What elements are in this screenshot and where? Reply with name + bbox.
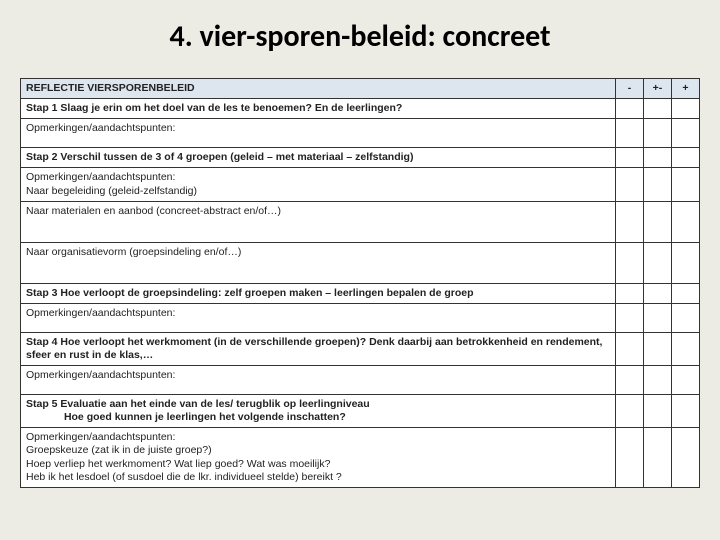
header-label: REFLECTIE VIERSPORENBELEID	[21, 79, 616, 99]
cell[interactable]	[644, 303, 672, 332]
cell[interactable]	[644, 428, 672, 488]
cell[interactable]	[672, 168, 700, 201]
step1-notes-minus[interactable]	[616, 119, 644, 148]
cell[interactable]	[644, 201, 672, 242]
header-col-plusminus: +-	[644, 79, 672, 99]
step4-minus[interactable]	[616, 332, 644, 365]
step5-row: Stap 5 Evaluatie aan het einde van de le…	[21, 395, 700, 428]
step1-minus[interactable]	[616, 99, 644, 119]
step4-notes-label: Opmerkingen/aandachtspunten:	[21, 366, 616, 395]
step3-notes-label: Opmerkingen/aandachtspunten:	[21, 303, 616, 332]
step2-sub-begeleiding: Naar begeleiding (geleid-zelfstandig)	[26, 185, 197, 197]
step1-notes-pm[interactable]	[644, 119, 672, 148]
step5-text: Stap 5 Evaluatie aan het einde van de le…	[21, 395, 616, 428]
step3-notes-row: Opmerkingen/aandachtspunten:	[21, 303, 700, 332]
step1-row: Stap 1 Slaag je erin om het doel van de …	[21, 99, 700, 119]
cell[interactable]	[644, 168, 672, 201]
step1-pm[interactable]	[644, 99, 672, 119]
step2-sub-organisatie: Naar organisatievorm (groepsindeling en/…	[21, 242, 616, 283]
step2-text: Stap 2 Verschil tussen de 3 of 4 groepen…	[21, 148, 616, 168]
step5-pm[interactable]	[644, 395, 672, 428]
cell[interactable]	[672, 303, 700, 332]
step3-plus[interactable]	[672, 283, 700, 303]
step2-row: Stap 2 Verschil tussen de 3 of 4 groepen…	[21, 148, 700, 168]
reflection-table: REFLECTIE VIERSPORENBELEID - +- + Stap 1…	[20, 78, 700, 488]
cell[interactable]	[616, 201, 644, 242]
step3-minus[interactable]	[616, 283, 644, 303]
cell[interactable]	[672, 366, 700, 395]
step5-op-d: Heb ik het lesdoel (of susdoel die de lk…	[26, 471, 342, 483]
step1-text: Stap 1 Slaag je erin om het doel van de …	[21, 99, 616, 119]
step4-plus[interactable]	[672, 332, 700, 365]
step2-pm[interactable]	[644, 148, 672, 168]
reflection-table-container: REFLECTIE VIERSPORENBELEID - +- + Stap 1…	[20, 78, 700, 488]
step5-notes-text: Opmerkingen/aandachtspunten: Groepskeuze…	[21, 428, 616, 488]
step5-line1: Stap 5 Evaluatie aan het einde van de le…	[26, 398, 370, 410]
step2-oplabel: Opmerkingen/aandachtspunten:	[26, 171, 175, 183]
cell[interactable]	[616, 168, 644, 201]
cell[interactable]	[616, 366, 644, 395]
step5-op-c: Hoep verliep het werkmoment? Wat liep go…	[26, 458, 330, 470]
step4-text: Stap 4 Hoe verloopt het werkmoment (in d…	[21, 332, 616, 365]
step5-op-label: Opmerkingen/aandachtspunten:	[26, 431, 175, 443]
step1-notes-row: Opmerkingen/aandachtspunten:	[21, 119, 700, 148]
step5-minus[interactable]	[616, 395, 644, 428]
step3-text: Stap 3 Hoe verloopt de groepsindeling: z…	[21, 283, 616, 303]
step2-notes-a-text: Opmerkingen/aandachtspunten: Naar begele…	[21, 168, 616, 201]
step2-notes-a: Opmerkingen/aandachtspunten: Naar begele…	[21, 168, 700, 201]
step5-plus[interactable]	[672, 395, 700, 428]
cell[interactable]	[644, 366, 672, 395]
step2-minus[interactable]	[616, 148, 644, 168]
cell[interactable]	[644, 242, 672, 283]
step4-row: Stap 4 Hoe verloopt het werkmoment (in d…	[21, 332, 700, 365]
cell[interactable]	[616, 303, 644, 332]
step2-plus[interactable]	[672, 148, 700, 168]
step1-plus[interactable]	[672, 99, 700, 119]
step3-pm[interactable]	[644, 283, 672, 303]
step3-row: Stap 3 Hoe verloopt de groepsindeling: z…	[21, 283, 700, 303]
cell[interactable]	[672, 428, 700, 488]
step5-notes-row: Opmerkingen/aandachtspunten: Groepskeuze…	[21, 428, 700, 488]
step5-op-b: Groepskeuze (zat ik in de juiste groep?)	[26, 444, 212, 456]
cell[interactable]	[672, 242, 700, 283]
step1-notes-label: Opmerkingen/aandachtspunten:	[21, 119, 616, 148]
cell[interactable]	[672, 201, 700, 242]
step2-notes-b: Naar materialen en aanbod (concreet-abst…	[21, 201, 700, 242]
header-col-plus: +	[672, 79, 700, 99]
table-header-row: REFLECTIE VIERSPORENBELEID - +- +	[21, 79, 700, 99]
step4-notes-row: Opmerkingen/aandachtspunten:	[21, 366, 700, 395]
header-col-minus: -	[616, 79, 644, 99]
step1-notes-plus[interactable]	[672, 119, 700, 148]
slide-title: 4. vier-sporen-beleid: concreet	[0, 0, 720, 63]
step2-sub-materialen: Naar materialen en aanbod (concreet-abst…	[21, 201, 616, 242]
step4-pm[interactable]	[644, 332, 672, 365]
cell[interactable]	[616, 428, 644, 488]
step2-notes-c: Naar organisatievorm (groepsindeling en/…	[21, 242, 700, 283]
step5-line2: Hoe goed kunnen je leerlingen het volgen…	[64, 411, 346, 423]
slide: 4. vier-sporen-beleid: concreet REFLECTI…	[0, 0, 720, 540]
cell[interactable]	[616, 242, 644, 283]
